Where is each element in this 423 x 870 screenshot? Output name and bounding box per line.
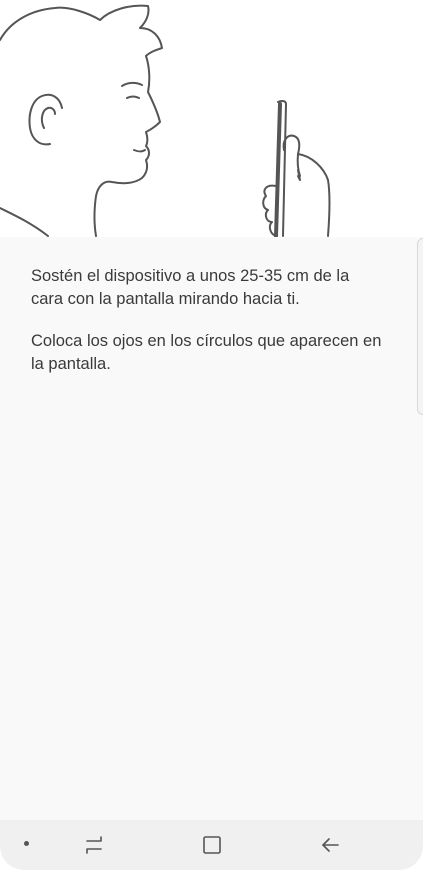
system-navigation-bar: [0, 820, 423, 870]
instruction-eyes: Coloca los ojos en los círculos que apar…: [31, 332, 382, 373]
home-icon[interactable]: [199, 832, 225, 858]
ear-inner: [40, 106, 56, 129]
ear-outline: [28, 93, 63, 146]
mouth: [133, 149, 146, 153]
neck-back: [0, 207, 49, 237]
instructions-text: Sostén el dispositivo a unos 25-35 cm de…: [31, 265, 383, 395]
face-illustration-svg: [0, 4, 331, 237]
hand-palm: [297, 153, 331, 237]
hair-outline: [0, 4, 163, 57]
recent-apps-icon[interactable]: [81, 832, 107, 858]
instruction-distance: Sostén el dispositivo a unos 25-35 cm de…: [31, 267, 350, 308]
phone-edge: [274, 102, 282, 237]
hand-fingers: [262, 184, 277, 237]
edge-panel-handle[interactable]: [417, 238, 423, 415]
keyboard-dot-icon[interactable]: [24, 841, 29, 846]
face-holding-phone-illustration: [0, 0, 423, 237]
eye-brow: [121, 81, 143, 87]
eye: [126, 95, 140, 99]
face-recognition-guide-screen: Sostén el dispositivo a unos 25-35 cm de…: [0, 0, 423, 870]
back-icon[interactable]: [318, 832, 344, 858]
